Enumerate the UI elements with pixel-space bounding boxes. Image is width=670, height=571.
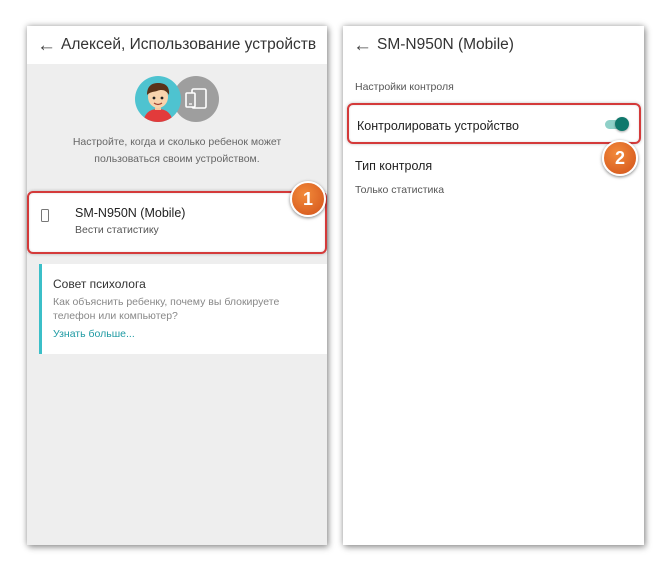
illustration bbox=[27, 64, 327, 126]
back-arrow-icon[interactable]: ← bbox=[353, 36, 377, 55]
intro-text: Настройте, когда и сколько ребенок может… bbox=[27, 126, 327, 168]
page-title: Алексей, Использование устройств bbox=[61, 36, 317, 53]
app-bar: ← Алексей, Использование устройств bbox=[27, 26, 327, 64]
tip-body: Как объяснить ребенку, почему вы блокиру… bbox=[53, 296, 280, 322]
left-screen: ← Алексей, Использование устройств Настр… bbox=[27, 26, 327, 545]
back-arrow-icon[interactable]: ← bbox=[37, 36, 61, 55]
app-bar: ← SM-N950N (Mobile) bbox=[343, 26, 644, 64]
highlight-frame-1 bbox=[27, 191, 327, 254]
tip-title: Совет психолога bbox=[53, 277, 146, 291]
learn-more-link[interactable]: Узнать больше... bbox=[53, 328, 135, 340]
callout-badge-2: 2 bbox=[602, 140, 638, 176]
section-label: Настройки контроля bbox=[355, 81, 454, 93]
control-type-label[interactable]: Тип контроля bbox=[355, 159, 432, 173]
child-avatar-icon bbox=[135, 76, 181, 122]
psychologist-tip-card: Совет психолога Как объяснить ребенку, п… bbox=[39, 264, 327, 354]
callout-badge-1: 1 bbox=[290, 181, 326, 217]
control-type-value: Только статистика bbox=[355, 184, 445, 196]
highlight-frame-2 bbox=[347, 103, 641, 144]
page-title: SM-N950N (Mobile) bbox=[377, 36, 514, 53]
